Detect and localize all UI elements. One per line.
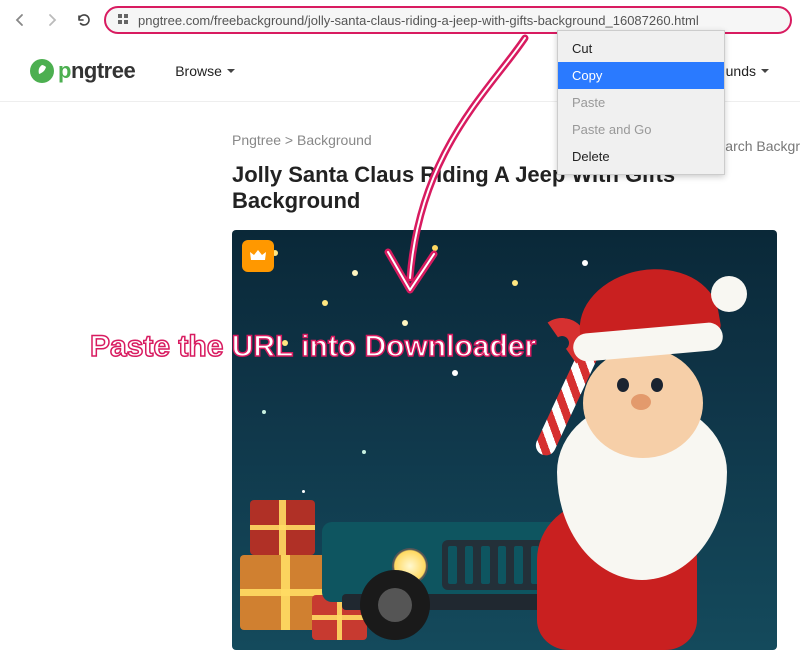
arrow-left-icon xyxy=(12,12,28,28)
back-button[interactable] xyxy=(8,8,32,32)
premium-badge xyxy=(242,240,274,272)
site-info-icon[interactable] xyxy=(116,12,130,29)
reload-button[interactable] xyxy=(72,8,96,32)
browse-label: Browse xyxy=(175,63,222,79)
browse-menu[interactable]: Browse xyxy=(175,63,236,79)
main-content: Pngtree > Background Jolly Santa Claus R… xyxy=(0,102,800,650)
forward-button[interactable] xyxy=(40,8,64,32)
logo[interactable]: pngtree xyxy=(30,58,135,84)
search-placeholder-fragment: earch Backgr xyxy=(718,138,800,154)
santa-claus xyxy=(437,270,757,650)
context-menu: Cut Copy Paste Paste and Go Delete xyxy=(557,30,725,175)
leaf-icon xyxy=(30,59,54,83)
context-paste: Paste xyxy=(558,89,724,116)
reload-icon xyxy=(76,12,92,28)
logo-text: pngtree xyxy=(58,58,135,84)
context-delete[interactable]: Delete xyxy=(558,143,724,170)
arrow-right-icon xyxy=(44,12,60,28)
context-cut[interactable]: Cut xyxy=(558,35,724,62)
preview-image[interactable] xyxy=(232,230,777,650)
context-copy[interactable]: Copy xyxy=(558,62,724,89)
chevron-down-icon xyxy=(760,66,770,76)
url-text: pngtree.com/freebackground/jolly-santa-c… xyxy=(138,13,699,28)
chevron-down-icon xyxy=(226,66,236,76)
crown-icon xyxy=(249,247,267,265)
context-paste-and-go: Paste and Go xyxy=(558,116,724,143)
gift-box xyxy=(250,500,315,555)
